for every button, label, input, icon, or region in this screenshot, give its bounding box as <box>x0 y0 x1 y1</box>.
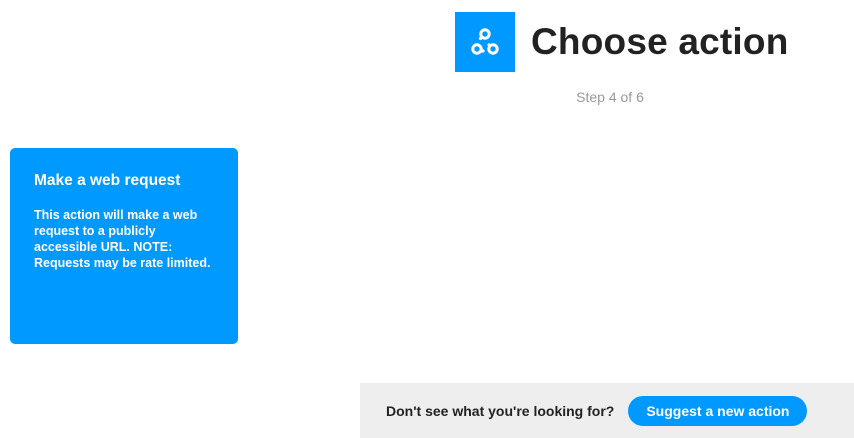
action-card-title: Make a web request <box>34 172 181 189</box>
suggest-action-bar: Don't see what you're looking for? Sugge… <box>360 383 854 438</box>
suggest-prompt: Don't see what you're looking for? <box>386 402 615 419</box>
page-header: Choose action <box>455 12 789 72</box>
action-card-make-web-request[interactable]: Make a web request This action will make… <box>10 148 238 344</box>
page-title: Choose action <box>531 21 789 62</box>
choose-action-page: Choose action Step 4 of 6 Make a web req… <box>0 0 854 438</box>
step-indicator: Step 4 of 6 <box>576 89 644 105</box>
webhooks-icon <box>455 12 515 72</box>
suggest-new-action-button[interactable]: Suggest a new action <box>628 395 808 426</box>
action-card-description: This action will make a web request to a… <box>34 208 211 270</box>
